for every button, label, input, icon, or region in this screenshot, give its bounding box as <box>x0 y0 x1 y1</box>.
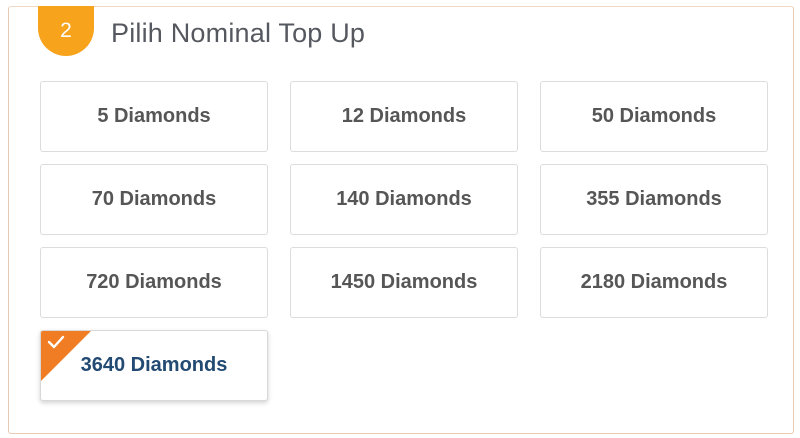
nominal-option[interactable]: 140 Diamonds <box>290 164 518 235</box>
nominal-option-label: 140 Diamonds <box>336 188 472 210</box>
nominal-option[interactable]: 1450 Diamonds <box>290 247 518 318</box>
step-number: 2 <box>60 19 72 42</box>
nominal-options-grid: 5 Diamonds 12 Diamonds 50 Diamonds 70 Di… <box>40 81 770 401</box>
nominal-option[interactable]: 5 Diamonds <box>40 81 268 152</box>
nominal-option[interactable]: 355 Diamonds <box>540 164 768 235</box>
nominal-option-label: 5 Diamonds <box>97 105 211 127</box>
nominal-option-label: 2180 Diamonds <box>580 271 728 293</box>
nominal-option-label: 355 Diamonds <box>586 188 722 210</box>
nominal-option-label: 70 Diamonds <box>91 188 217 210</box>
nominal-option-label: 50 Diamonds <box>591 105 717 127</box>
nominal-option[interactable]: 12 Diamonds <box>290 81 518 152</box>
nominal-option[interactable]: 50 Diamonds <box>540 81 768 152</box>
check-icon <box>47 335 65 349</box>
nominal-option[interactable]: 70 Diamonds <box>40 164 268 235</box>
nominal-option[interactable]: 2180 Diamonds <box>540 247 768 318</box>
section-title: Pilih Nominal Top Up <box>111 18 366 48</box>
nominal-option[interactable]: 720 Diamonds <box>40 247 268 318</box>
nominal-option-label: 12 Diamonds <box>341 105 467 127</box>
nominal-option-label: 720 Diamonds <box>86 271 222 293</box>
nominal-option-label: 1450 Diamonds <box>330 271 478 293</box>
nominal-option-label: 3640 Diamonds <box>80 354 228 376</box>
nominal-option-selected[interactable]: 3640 Diamonds <box>40 330 268 401</box>
